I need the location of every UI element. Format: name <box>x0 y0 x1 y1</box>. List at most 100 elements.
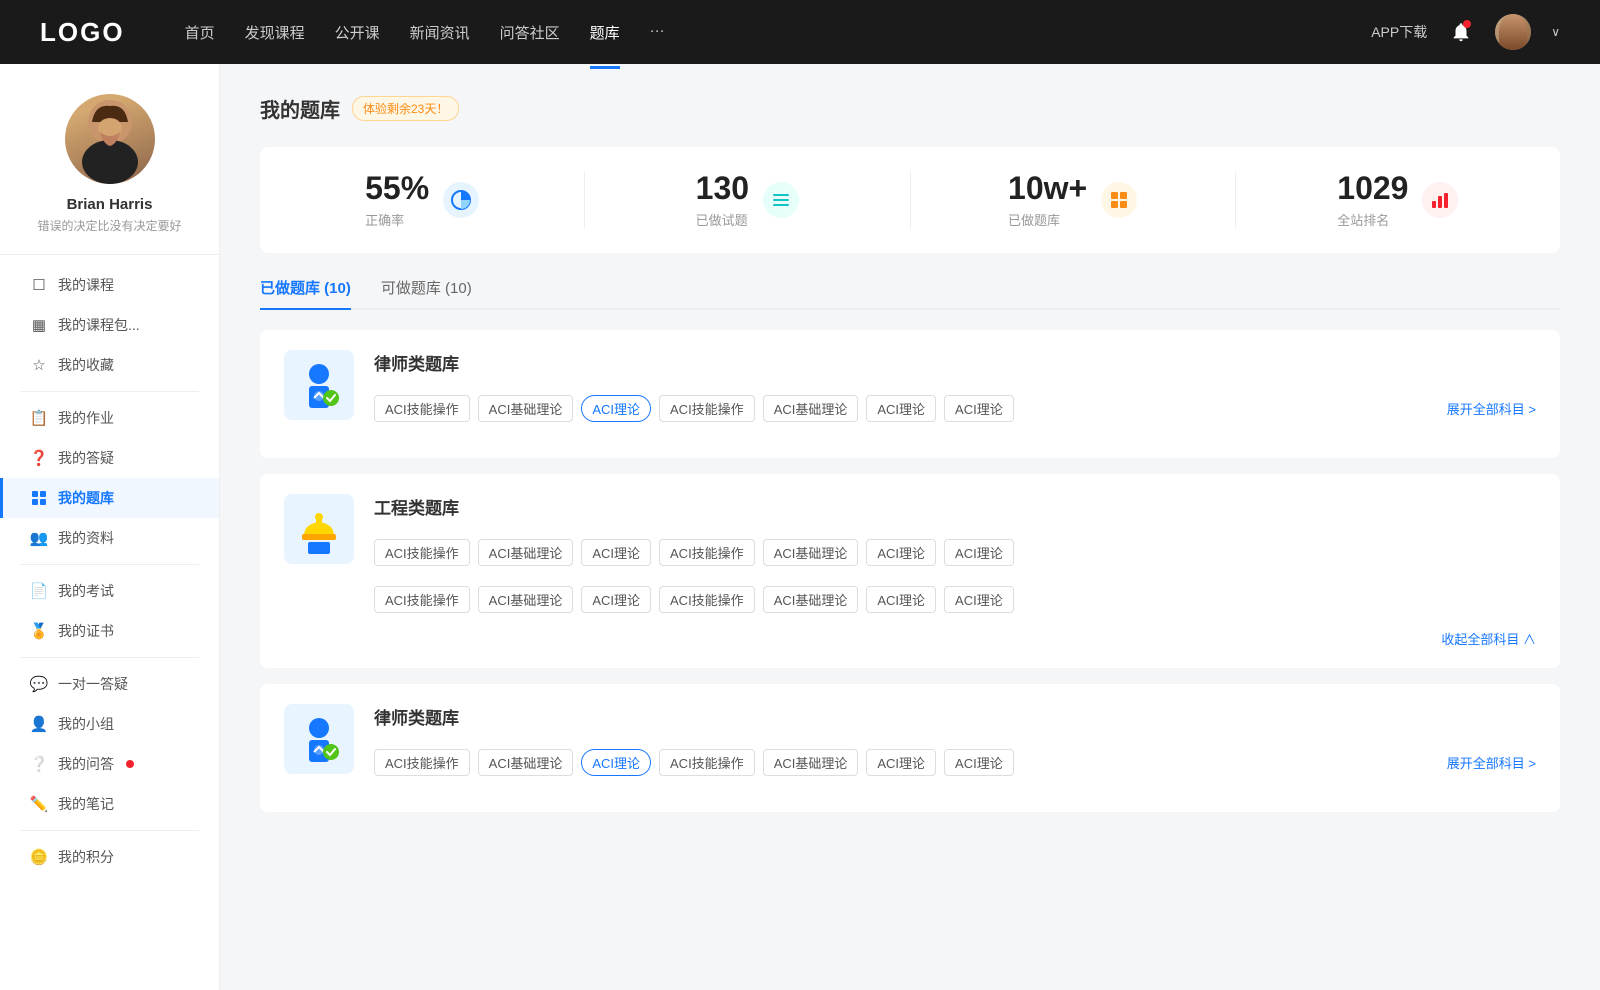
tag-3-5[interactable]: ACI理论 <box>866 749 936 776</box>
tag-3-1[interactable]: ACI基础理论 <box>478 749 574 776</box>
sidebar-menu: ☐ 我的课程 ▦ 我的课程包... ☆ 我的收藏 📋 我的作业 ❓ 我的 <box>0 265 219 877</box>
tag-3-2[interactable]: ACI理论 <box>581 749 651 776</box>
sidebar-divider-3 <box>20 657 199 658</box>
tag-2-4[interactable]: ACI基础理论 <box>763 539 859 566</box>
tag-3-4[interactable]: ACI基础理论 <box>763 749 859 776</box>
notification-bell[interactable] <box>1447 18 1475 46</box>
sidebar-item-qa[interactable]: ❓ 我的答疑 <box>0 438 219 478</box>
sidebar-item-group-label: 我的小组 <box>58 714 114 734</box>
stat-done-questions: 130 已做试题 <box>585 171 910 229</box>
avatar-inner <box>65 94 155 184</box>
sidebar-avatar[interactable] <box>65 94 155 184</box>
tag-2-0[interactable]: ACI技能操作 <box>374 539 470 566</box>
main-content: 我的题库 体验剩余23天！ 55% 正确率 <box>220 64 1600 990</box>
nav-open-course[interactable]: 公开课 <box>335 18 380 47</box>
tag-3-0[interactable]: ACI技能操作 <box>374 749 470 776</box>
tab-available-banks[interactable]: 可做题库 (10) <box>381 277 472 308</box>
sidebar-item-course-package[interactable]: ▦ 我的课程包... <box>0 305 219 345</box>
sidebar-item-exam[interactable]: 📄 我的考试 <box>0 571 219 611</box>
tag-1-1[interactable]: ACI基础理论 <box>478 395 574 422</box>
lawyer-icon-2 <box>294 714 344 764</box>
sidebar-item-homework[interactable]: 📋 我的作业 <box>0 398 219 438</box>
nav-discover[interactable]: 发现课程 <box>245 18 305 47</box>
sidebar-item-notes[interactable]: ✏️ 我的笔记 <box>0 784 219 824</box>
tag-2-r2-4[interactable]: ACI基础理论 <box>763 586 859 613</box>
tab-done-banks[interactable]: 已做题库 (10) <box>260 277 351 308</box>
tag-2-r2-0[interactable]: ACI技能操作 <box>374 586 470 613</box>
sidebar-item-points-label: 我的积分 <box>58 847 114 867</box>
user-avatar[interactable] <box>1495 14 1531 50</box>
stat-done-questions-text: 130 已做试题 <box>696 171 749 229</box>
expand-link-1[interactable]: 展开全部科目 > <box>1447 399 1536 418</box>
tag-2-r2-1[interactable]: ACI基础理论 <box>478 586 574 613</box>
stat-ranking-label: 全站排名 <box>1337 210 1408 229</box>
tag-3-6[interactable]: ACI理论 <box>944 749 1014 776</box>
sidebar-motto: 错误的决定比没有决定要好 <box>37 217 181 234</box>
tags-section-3: 律师类题库 ACI技能操作 ACI基础理论 ACI理论 ACI技能操作 ACI基… <box>374 704 1536 776</box>
question-mark-icon: ❔ <box>30 755 48 773</box>
tag-1-0[interactable]: ACI技能操作 <box>374 395 470 422</box>
tag-2-6[interactable]: ACI理论 <box>944 539 1014 566</box>
sidebar-item-my-course-label: 我的课程 <box>58 275 114 295</box>
sidebar-item-exam-bank[interactable]: 我的题库 <box>0 478 219 518</box>
tag-2-r2-3[interactable]: ACI技能操作 <box>659 586 755 613</box>
expand-link-3[interactable]: 展开全部科目 > <box>1447 753 1536 772</box>
grid-stat-icon <box>1108 189 1130 211</box>
tag-1-3[interactable]: ACI技能操作 <box>659 395 755 422</box>
tag-1-5[interactable]: ACI理论 <box>866 395 936 422</box>
sidebar-item-group[interactable]: 👤 我的小组 <box>0 704 219 744</box>
avatar-image <box>1495 14 1531 50</box>
stat-done-banks-value: 10w+ <box>1008 171 1087 206</box>
chat-circle-icon: 💬 <box>30 675 48 693</box>
sidebar-item-course-package-label: 我的课程包... <box>58 315 140 335</box>
stat-accuracy-label: 正确率 <box>365 210 429 229</box>
nav-more[interactable]: ··· <box>650 18 665 47</box>
sidebar-divider-2 <box>20 564 199 565</box>
sidebar-item-profile[interactable]: 👥 我的资料 <box>0 518 219 558</box>
sidebar-item-favorites[interactable]: ☆ 我的收藏 <box>0 345 219 385</box>
navbar: LOGO 首页 发现课程 公开课 新闻资讯 问答社区 题库 ··· APP下载 … <box>0 0 1600 64</box>
nav-exam[interactable]: 题库 <box>590 18 620 47</box>
tag-2-r2-2[interactable]: ACI理论 <box>581 586 651 613</box>
tags-row-2-2: ACI技能操作 ACI基础理论 ACI理论 ACI技能操作 ACI基础理论 AC… <box>374 586 1536 613</box>
grid-icon <box>30 489 48 507</box>
tags-row-2-1: ACI技能操作 ACI基础理论 ACI理论 ACI技能操作 ACI基础理论 AC… <box>374 539 1536 566</box>
question-circle-icon: ❓ <box>30 449 48 467</box>
sidebar-username: Brian Harris <box>67 196 153 213</box>
tag-1-6[interactable]: ACI理论 <box>944 395 1014 422</box>
tag-2-3[interactable]: ACI技能操作 <box>659 539 755 566</box>
qa-badge <box>126 760 134 768</box>
navbar-logo: LOGO <box>40 17 125 48</box>
stat-done-banks-icon <box>1101 182 1137 218</box>
sidebar-item-certificate[interactable]: 🏅 我的证书 <box>0 611 219 651</box>
tag-2-2[interactable]: ACI理论 <box>581 539 651 566</box>
engineer-icon <box>294 504 344 554</box>
sidebar-item-one-on-one-label: 一对一答疑 <box>58 674 128 694</box>
tag-2-5[interactable]: ACI理论 <box>866 539 936 566</box>
sidebar-divider-4 <box>20 830 199 831</box>
clipboard-icon: 📋 <box>30 409 48 427</box>
sidebar-item-one-on-one[interactable]: 💬 一对一答疑 <box>0 664 219 704</box>
app-download-link[interactable]: APP下载 <box>1371 22 1427 42</box>
sidebar-item-my-course[interactable]: ☐ 我的课程 <box>0 265 219 305</box>
sidebar-item-points[interactable]: 🪙 我的积分 <box>0 837 219 877</box>
navbar-right: APP下载 ∨ <box>1371 14 1560 50</box>
user-menu-chevron[interactable]: ∨ <box>1551 25 1560 39</box>
tag-2-r2-5[interactable]: ACI理论 <box>866 586 936 613</box>
nav-qa[interactable]: 问答社区 <box>500 18 560 47</box>
tag-1-2[interactable]: ACI理论 <box>581 395 651 422</box>
library-title-3: 律师类题库 <box>374 704 1536 729</box>
stat-done-questions-value: 130 <box>696 171 749 206</box>
document-icon: 📄 <box>30 582 48 600</box>
nav-news[interactable]: 新闻资讯 <box>410 18 470 47</box>
tags-row-3: ACI技能操作 ACI基础理论 ACI理论 ACI技能操作 ACI基础理论 AC… <box>374 749 1536 776</box>
collapse-link-2[interactable]: 收起全部科目 ∧ <box>284 629 1536 648</box>
tag-3-3[interactable]: ACI技能操作 <box>659 749 755 776</box>
tag-2-r2-6[interactable]: ACI理论 <box>944 586 1014 613</box>
sidebar-item-my-qa[interactable]: ❔ 我的问答 <box>0 744 219 784</box>
tag-2-1[interactable]: ACI基础理论 <box>478 539 574 566</box>
nav-home[interactable]: 首页 <box>185 18 215 47</box>
library-card-lawyer-2: 律师类题库 ACI技能操作 ACI基础理论 ACI理论 ACI技能操作 ACI基… <box>260 684 1560 812</box>
tag-1-4[interactable]: ACI基础理论 <box>763 395 859 422</box>
bar-chart-icon: ▦ <box>30 316 48 334</box>
